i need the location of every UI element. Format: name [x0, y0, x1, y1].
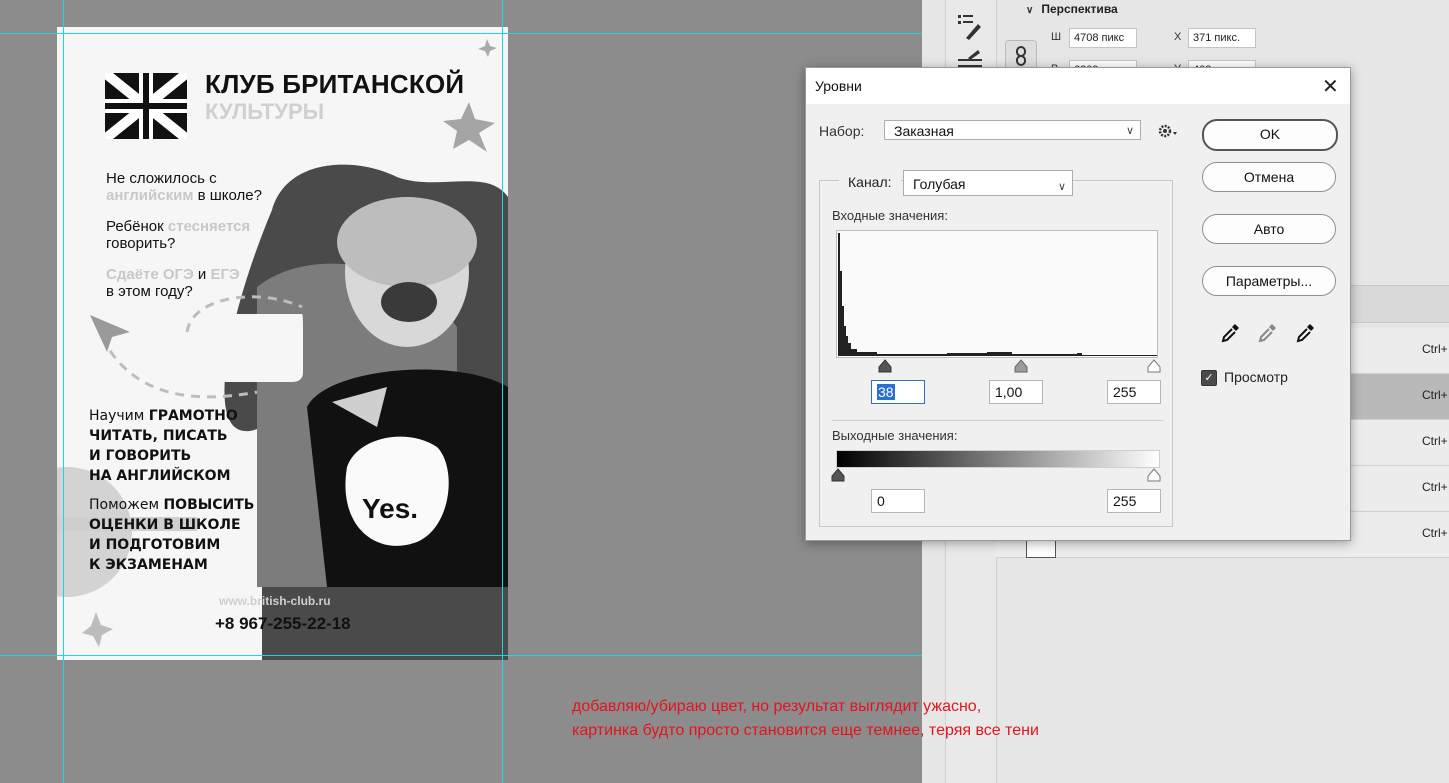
question-1: Не сложилось с английским в школе?: [106, 170, 262, 204]
properties-section-title[interactable]: ∨ Перспектива: [1026, 2, 1118, 16]
annotation-line-1: добавляю/убираю цвет, но результат выгля…: [572, 698, 982, 715]
british-flag-logo-icon: [105, 73, 187, 139]
layer-shortcut: Ctrl+: [1422, 526, 1448, 540]
promo-1-text-b: ГРАМОТНО: [148, 408, 238, 424]
channel-select[interactable]: Голубая ∨: [903, 170, 1073, 196]
question-2-text-a: Ребёнок: [106, 218, 168, 235]
chevron-down-icon: ∨: [1057, 181, 1066, 193]
input-levels-label: Входные значения:: [832, 208, 948, 223]
channel-label: Канал:: [839, 174, 901, 190]
output-black-slider[interactable]: [831, 468, 845, 482]
output-black-field[interactable]: 0: [871, 489, 925, 513]
gray-eyedropper-icon[interactable]: [1257, 321, 1279, 343]
guide-horizontal-2[interactable]: [0, 655, 922, 656]
width-field[interactable]: 4708 пикс: [1069, 28, 1137, 48]
club-title-line-1: КЛУБ БРИТАНСКОЙ: [205, 69, 465, 99]
histogram-graph: [838, 233, 1157, 356]
gear-icon[interactable]: [1158, 123, 1180, 139]
promo-2-text-b: ПОВЫСИТЬ: [163, 497, 255, 513]
preset-value: Заказная: [894, 123, 954, 139]
promo-1-text-a: Научим: [89, 408, 149, 424]
poster-artwork: КЛУБ БРИТАНСКОЙ КУЛЬТУРЫ Не сложилось с …: [57, 27, 508, 660]
levels-dialog: Уровни ✕ Набор: Заказная ∨ Канал: Голуба…: [805, 67, 1351, 541]
question-1-highlight: английским: [106, 187, 194, 204]
layer-shortcut: Ctrl+: [1422, 388, 1448, 402]
question-3-highlight-c: ЕГЭ: [210, 266, 240, 283]
divider: [832, 420, 1164, 421]
question-3-text-d: в этом году?: [106, 283, 193, 300]
input-black-slider[interactable]: [878, 359, 892, 373]
promo-1-text-c: ЧИТАТЬ, ПИСАТЬ: [89, 428, 228, 444]
document-canvas[interactable]: КЛУБ БРИТАНСКОЙ КУЛЬТУРЫ Не сложилось с …: [0, 0, 922, 783]
ok-button[interactable]: OK: [1202, 119, 1338, 151]
question-1-text-c: в школе?: [193, 187, 262, 204]
properties-title-text: Перспектива: [1041, 2, 1118, 16]
white-eyedropper-icon[interactable]: [1295, 321, 1317, 343]
question-2-highlight: стесняется: [167, 218, 251, 235]
x-label: X: [1174, 31, 1182, 43]
promo-2-text-e: К ЭКЗАМЕНАМ: [89, 557, 208, 573]
promo-1-text-e: НА АНГЛИЙСКОМ: [89, 468, 231, 484]
layer-shortcut: Ctrl+: [1422, 342, 1448, 356]
width-label: Ш: [1051, 31, 1062, 43]
input-gamma-field[interactable]: 1,00: [989, 380, 1043, 404]
question-3: Сдаёте ОГЭ и ЕГЭ в этом году?: [106, 266, 240, 300]
input-black-field[interactable]: 38: [871, 380, 925, 404]
question-1-text-a: Не сложилось с: [106, 170, 217, 187]
layer-shortcut: Ctrl+: [1422, 434, 1448, 448]
shirt-text: Yes.: [362, 493, 419, 524]
question-2-text-c: говорить?: [106, 235, 176, 252]
options-button[interactable]: Параметры...: [1202, 266, 1336, 296]
annotation-line-2: картинка будто просто становится еще тем…: [572, 722, 1039, 739]
dialog-title: Уровни: [815, 78, 862, 94]
auto-button[interactable]: Авто: [1202, 214, 1336, 244]
x-field[interactable]: 371 пикс.: [1188, 28, 1256, 48]
preset-select[interactable]: Заказная ∨: [884, 120, 1141, 140]
chevron-down-icon: ∨: [1125, 125, 1134, 137]
input-white-field[interactable]: 255: [1107, 380, 1161, 404]
output-white-field[interactable]: 255: [1107, 489, 1161, 513]
promo-2-text-d: И ПОДГОТОВИМ: [89, 537, 221, 553]
close-icon[interactable]: ✕: [1322, 74, 1339, 99]
output-levels-label: Выходные значения:: [832, 428, 958, 443]
brush-list-icon[interactable]: [956, 12, 984, 40]
input-black-value: 38: [877, 384, 895, 400]
phone-number: +8 967-255-22-18: [215, 614, 351, 633]
question-3-highlight-a: Сдаёте ОГЭ: [106, 266, 194, 283]
preview-label: Просмотр: [1224, 369, 1288, 385]
promo-2-text-c: ОЦЕНКИ В ШКОЛЕ: [89, 517, 241, 533]
promo-1-text-d: И ГОВОРИТЬ: [89, 448, 192, 464]
output-white-slider[interactable]: [1147, 468, 1161, 482]
input-gamma-slider[interactable]: [1014, 359, 1028, 373]
question-2: Ребёнок стесняется говорить?: [106, 218, 250, 252]
promo-2-text-a: Поможем: [89, 497, 164, 513]
input-white-slider[interactable]: [1147, 359, 1161, 373]
chevron-down-icon[interactable]: ∨: [1026, 5, 1033, 16]
channel-value: Голубая: [913, 176, 966, 192]
layer-shortcut: Ctrl+: [1422, 480, 1448, 494]
club-title-line-2: КУЛЬТУРЫ: [205, 99, 325, 124]
guide-vertical-2[interactable]: [502, 0, 503, 783]
histogram: [836, 230, 1158, 358]
guide-vertical-1[interactable]: [63, 0, 64, 783]
preview-checkbox[interactable]: ✓: [1201, 370, 1217, 386]
question-3-text-b: и: [193, 266, 211, 283]
website-url: www.british-club.ru: [219, 594, 331, 608]
cancel-button[interactable]: Отмена: [1202, 162, 1336, 192]
guide-horizontal-1[interactable]: [0, 33, 922, 34]
preset-label: Набор:: [819, 123, 865, 139]
output-gradient: [836, 450, 1160, 468]
promo-block-1: Научим ГРАМОТНО ЧИТАТЬ, ПИСАТЬ И ГОВОРИТ…: [89, 406, 238, 486]
black-eyedropper-icon[interactable]: [1220, 321, 1242, 343]
dialog-title-bar[interactable]: Уровни ✕: [806, 68, 1350, 104]
promo-block-2: Поможем ПОВЫСИТЬ ОЦЕНКИ В ШКОЛЕ И ПОДГОТ…: [89, 495, 254, 575]
